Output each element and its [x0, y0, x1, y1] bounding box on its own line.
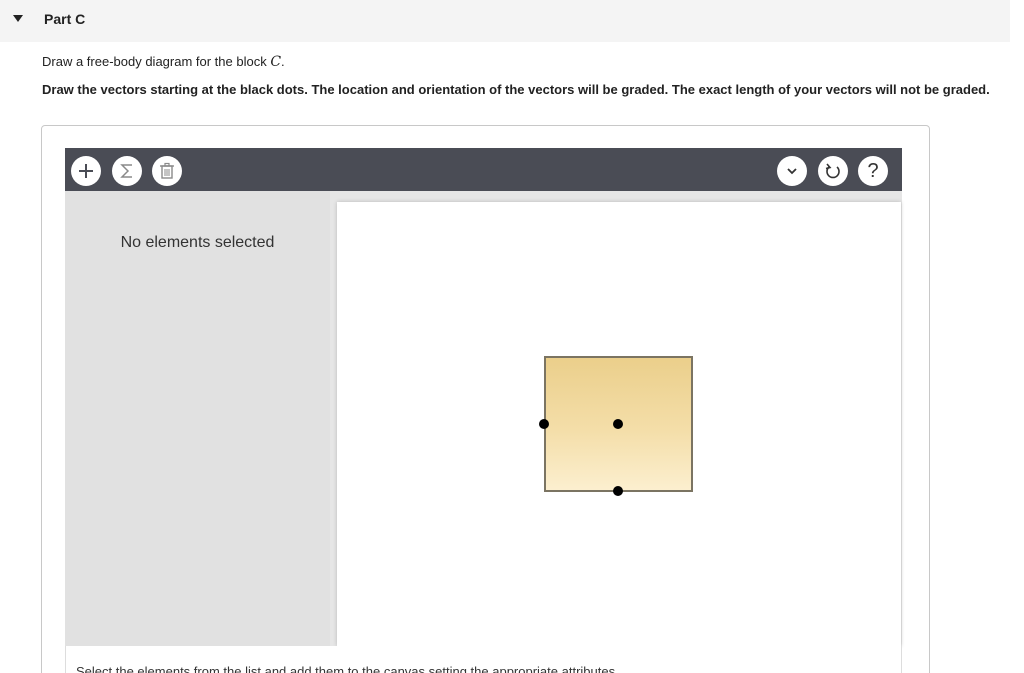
reset-button[interactable]: [818, 156, 848, 186]
element-list-panel: No elements selected: [65, 191, 330, 646]
caret-down-icon[interactable]: [13, 15, 23, 22]
center-dot[interactable]: [613, 419, 623, 429]
part-header[interactable]: Part C: [0, 0, 1010, 42]
toolbar: ?: [65, 148, 902, 191]
reset-icon: [825, 163, 840, 179]
dropdown-button[interactable]: [777, 156, 807, 186]
left-dot[interactable]: [539, 419, 549, 429]
instructions-text: Select the elements from the list and ad…: [76, 664, 619, 673]
prompt-text: Draw a free-body diagram for the block C…: [42, 54, 285, 70]
prompt-instructions: Draw the vectors starting at the black d…: [42, 82, 990, 97]
part-title: Part C: [44, 11, 86, 27]
delete-button[interactable]: [152, 156, 182, 186]
prompt-suffix: .: [281, 54, 285, 69]
add-element-button[interactable]: [71, 156, 101, 186]
prompt-prefix: Draw a free-body diagram for the block: [42, 54, 271, 69]
trash-icon: [160, 162, 174, 179]
block-variable: C: [270, 54, 282, 70]
sigma-button[interactable]: [112, 156, 142, 186]
bottom-dot[interactable]: [613, 486, 623, 496]
chevron-down-icon: [787, 168, 797, 175]
sigma-icon: [120, 164, 132, 178]
plus-icon: [79, 164, 93, 178]
help-icon: ?: [867, 159, 879, 182]
no-elements-text: No elements selected: [120, 234, 275, 251]
help-button[interactable]: ?: [858, 156, 888, 186]
